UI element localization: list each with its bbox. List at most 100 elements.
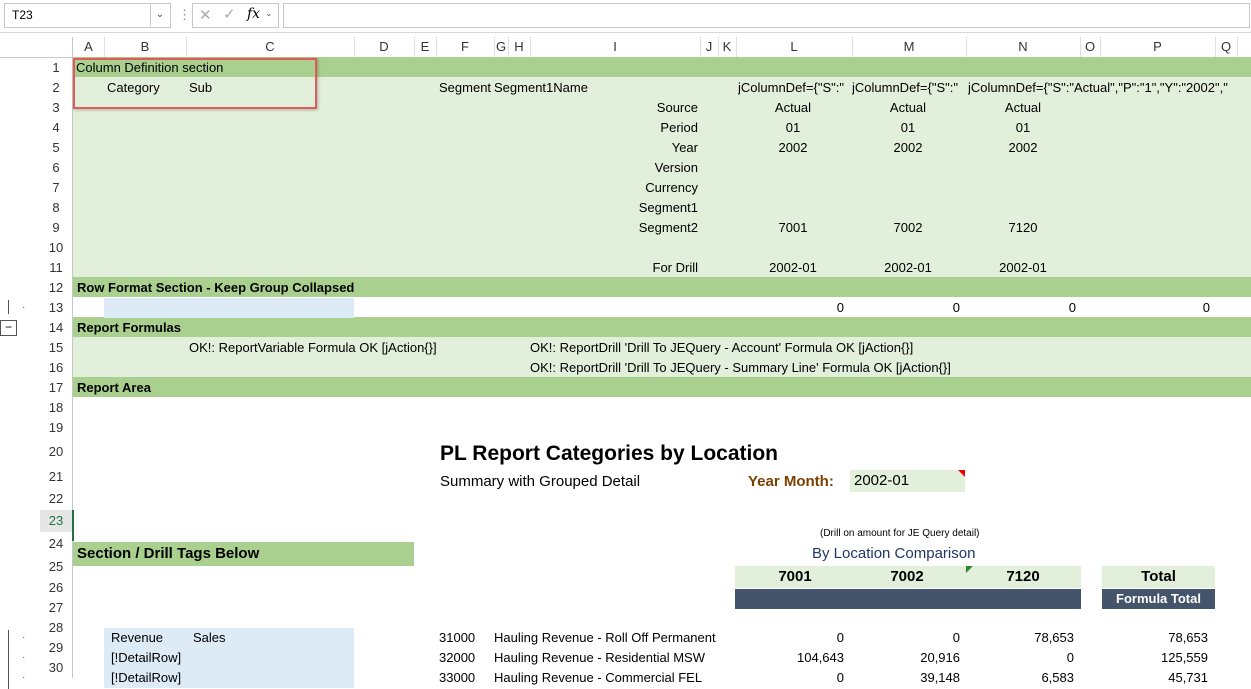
collapse-group-button[interactable]: − [0, 320, 17, 336]
coldef-label[interactable]: For Drill [530, 258, 699, 278]
detail-account[interactable]: 31000 [439, 628, 475, 648]
detail-amount-7001[interactable]: 104,643 [734, 648, 844, 668]
column-header-p[interactable]: P [1100, 37, 1216, 57]
detail-amount-7002[interactable]: 0 [850, 628, 960, 648]
chevron-down-icon[interactable]: ⌄ [265, 8, 273, 19]
select-all-corner[interactable] [40, 37, 73, 58]
column-header-n[interactable]: N [966, 37, 1081, 57]
cell-b13[interactable] [104, 298, 354, 318]
row-header-20[interactable]: 20 [40, 438, 73, 466]
row-header-1[interactable]: 1 [40, 58, 73, 78]
cell-p13[interactable]: 0 [1100, 298, 1210, 318]
row-header-25[interactable]: 25 [40, 556, 73, 578]
coldef-value-m[interactable]: 7002 [852, 218, 964, 238]
row-header-11[interactable]: 11 [40, 258, 73, 278]
detail-total[interactable]: 78,653 [1098, 628, 1208, 648]
column-header-e[interactable]: E [414, 37, 437, 57]
detail-account[interactable]: 33000 [439, 668, 475, 688]
column-header-b[interactable]: B [104, 37, 187, 57]
column-header-l[interactable]: L [736, 37, 853, 57]
detail-category[interactable]: Revenue [111, 628, 163, 648]
detail-amount-7002[interactable]: 39,148 [850, 668, 960, 688]
row-header-4[interactable]: 4 [40, 118, 73, 138]
cell-a17[interactable]: Report Area [77, 378, 151, 398]
column-header-c[interactable]: C [186, 37, 355, 57]
cell-l2[interactable]: jColumnDef={"S":" [738, 78, 850, 98]
row-header-2[interactable]: 2 [40, 78, 73, 98]
row-header-8[interactable]: 8 [40, 198, 73, 218]
row-header-10[interactable]: 10 [40, 238, 73, 258]
coldef-value-l[interactable]: 7001 [736, 218, 850, 238]
detail-description[interactable]: Hauling Revenue - Commercial FEL [494, 668, 702, 688]
coldef-value-n[interactable]: 2002 [966, 138, 1080, 158]
detail-category[interactable]: [!DetailRow] [111, 668, 181, 688]
coldef-value-l[interactable]: 01 [736, 118, 850, 138]
detail-amount-7001[interactable]: 0 [734, 668, 844, 688]
detail-total[interactable]: 45,731 [1098, 668, 1208, 688]
cell-n13[interactable]: 0 [966, 298, 1076, 318]
row-header-15[interactable]: 15 [40, 338, 73, 358]
detail-amount-7002[interactable]: 20,916 [850, 648, 960, 668]
row-header-17[interactable]: 17 [40, 378, 73, 398]
location-7120[interactable]: 7120 [968, 567, 1078, 587]
column-header-q[interactable]: Q [1215, 37, 1238, 57]
column-header-m[interactable]: M [852, 37, 967, 57]
coldef-value-n[interactable]: Actual [966, 98, 1080, 118]
check-icon[interactable]: ✓ [223, 5, 236, 23]
cell-i16[interactable]: OK!: ReportDrill 'Drill To JEQuery - Sum… [530, 358, 951, 378]
row-header-12[interactable]: 12 [40, 278, 73, 298]
row-header-13[interactable]: 13 [40, 298, 73, 318]
detail-total[interactable]: 125,559 [1098, 648, 1208, 668]
row-header-28[interactable]: 28 [40, 618, 73, 638]
coldef-value-m[interactable]: 2002 [852, 138, 964, 158]
coldef-value-m[interactable]: 01 [852, 118, 964, 138]
row-header-26[interactable]: 26 [40, 578, 73, 598]
coldef-label[interactable]: Source [530, 98, 698, 118]
cell-a24[interactable]: Section / Drill Tags Below [77, 544, 259, 564]
detail-account[interactable]: 32000 [439, 648, 475, 668]
row-header-19[interactable]: 19 [40, 418, 73, 438]
cell-a14[interactable]: Report Formulas [77, 318, 181, 338]
cell-i15[interactable]: OK!: ReportDrill 'Drill To JEQuery - Acc… [530, 338, 913, 358]
coldef-label[interactable]: Segment2 [530, 218, 698, 238]
year-month-input[interactable]: 2002-01 [850, 470, 965, 492]
detail-description[interactable]: Hauling Revenue - Roll Off Permanent [494, 628, 716, 648]
cell-a12[interactable]: Row Format Section - Keep Group Collapse… [77, 278, 354, 298]
detail-amount-7001[interactable]: 0 [734, 628, 844, 648]
name-box[interactable]: T23 [4, 3, 171, 28]
cell-f2[interactable]: Segment [439, 78, 491, 98]
report-title[interactable]: PL Report Categories by Location [440, 440, 778, 468]
report-subtitle[interactable]: Summary with Grouped Detail [440, 472, 640, 492]
chevron-down-icon[interactable]: ⌄ [150, 3, 169, 26]
cell-g2[interactable]: Segment1Name [494, 78, 588, 98]
row-header-27[interactable]: 27 [40, 598, 73, 618]
row-header-22[interactable]: 22 [40, 488, 73, 510]
row-header-29[interactable]: 29 [40, 638, 73, 658]
column-header-j[interactable]: J [700, 37, 719, 57]
row-header-21[interactable]: 21 [40, 466, 73, 488]
column-header-a[interactable]: A [73, 37, 105, 57]
column-header-d[interactable]: D [354, 37, 415, 57]
detail-description[interactable]: Hauling Revenue - Residential MSW [494, 648, 705, 668]
column-header-k[interactable]: K [718, 37, 737, 57]
coldef-label[interactable]: Segment1 [530, 198, 698, 218]
coldef-label[interactable]: Currency [530, 178, 698, 198]
coldef-value-m[interactable]: 2002-01 [852, 258, 964, 278]
cell-n2[interactable]: jColumnDef={"S":"Actual","P":"1","Y":"20… [968, 78, 1251, 98]
formula-input[interactable] [283, 3, 1250, 28]
detail-amount-7120[interactable]: 0 [964, 648, 1074, 668]
row-header-30[interactable]: 30 [40, 658, 73, 678]
row-header-5[interactable]: 5 [40, 138, 73, 158]
cell-l13[interactable]: 0 [734, 298, 844, 318]
row-header-24[interactable]: 24 [40, 532, 73, 556]
total-header[interactable]: Total [1102, 567, 1215, 587]
column-header-h[interactable]: H [508, 37, 531, 57]
coldef-value-m[interactable]: Actual [852, 98, 964, 118]
location-7002[interactable]: 7002 [852, 567, 962, 587]
row-header-16[interactable]: 16 [40, 358, 73, 378]
coldef-value-n[interactable]: 2002-01 [966, 258, 1080, 278]
coldef-value-n[interactable]: 01 [966, 118, 1080, 138]
formula-total-label[interactable]: Formula Total [1102, 589, 1215, 609]
row-header-3[interactable]: 3 [40, 98, 73, 118]
coldef-value-l[interactable]: Actual [736, 98, 850, 118]
